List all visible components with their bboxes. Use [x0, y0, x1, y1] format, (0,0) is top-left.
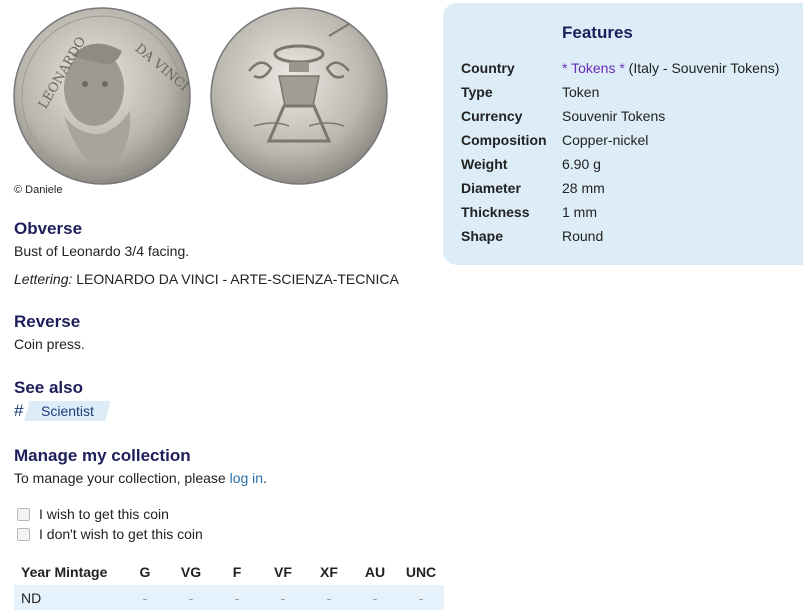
feature-row-weight: Weight 6.90 g	[461, 156, 601, 172]
grade-cell: -	[306, 585, 352, 610]
feature-value: Copper-nickel	[562, 132, 649, 148]
obverse-description: Bust of Leonardo 3/4 facing.	[14, 243, 190, 259]
header-year-mintage: Year Mintage	[21, 564, 108, 580]
country-rest: (Italy - Souvenir Tokens)	[624, 60, 780, 76]
feature-label: Currency	[461, 108, 523, 124]
login-link[interactable]: log in	[230, 470, 263, 486]
reverse-description: Coin press.	[14, 336, 85, 352]
year-cell: ND	[14, 585, 122, 610]
not-wish-checkbox[interactable]	[17, 527, 30, 541]
see-also-heading: See also	[14, 378, 83, 397]
manage-collection-heading: Manage my collection	[14, 446, 191, 465]
wish-option[interactable]: I wish to get this coin	[17, 506, 169, 522]
feature-label: Type	[461, 84, 493, 100]
feature-label: Thickness	[461, 204, 530, 220]
feature-value: Round	[562, 228, 604, 244]
header-xf: XF	[320, 564, 338, 580]
feature-value: 6.90 g	[562, 156, 601, 172]
tag-list: # Scientist	[14, 400, 112, 422]
feature-value: 28 mm	[562, 180, 605, 196]
grade-cell: -	[352, 585, 398, 610]
feature-label: Shape	[461, 228, 504, 244]
header-au: AU	[364, 564, 386, 580]
grade-cell: -	[260, 585, 306, 610]
country-link[interactable]: * Tokens *	[562, 60, 625, 76]
lettering-value: LEONARDO DA VINCI - ARTE-SCIENZA-TECNICA	[76, 271, 399, 287]
feature-row-thickness: Thickness 1 mm	[461, 204, 597, 220]
manage-text-after: .	[263, 470, 267, 486]
feature-row-shape: Shape Round	[461, 228, 603, 244]
obverse-lettering: Lettering: LEONARDO DA VINCI - ARTE-SCIE…	[14, 271, 399, 287]
lettering-label: Lettering:	[14, 271, 73, 287]
image-credit: © Daniele	[14, 184, 63, 196]
wish-checkbox[interactable]	[17, 507, 30, 521]
feature-row-composition: Composition Copper-nickel	[461, 132, 648, 148]
feature-row-diameter: Diameter 28 mm	[461, 180, 605, 196]
header-vg: VG	[180, 564, 202, 580]
tag-label: Scientist	[41, 403, 95, 419]
table-row[interactable]: ND - - - - - - -	[14, 585, 444, 610]
reverse-heading: Reverse	[14, 312, 81, 331]
obverse-heading: Obverse	[14, 219, 83, 238]
grade-cell: -	[398, 585, 444, 610]
manage-collection-text: To manage your collection, please log in…	[14, 470, 267, 486]
grade-cell: -	[122, 585, 168, 610]
tag-scientist[interactable]: Scientist	[24, 401, 112, 421]
feature-label: Country	[461, 60, 515, 76]
feature-label: Diameter	[461, 180, 521, 196]
grade-cell: -	[168, 585, 214, 610]
manage-text-before: To manage your collection, please	[14, 470, 230, 486]
mintage-header-row: Year Mintage G VG F VF XF AU UNC	[14, 560, 444, 585]
mintage-table: Year Mintage G VG F VF XF AU UNC ND - - …	[14, 560, 444, 610]
feature-value: Token	[562, 84, 600, 100]
header-f: F	[232, 564, 242, 580]
grade-cell: -	[214, 585, 260, 610]
feature-row-currency: Currency Souvenir Tokens	[461, 108, 665, 124]
header-unc: UNC	[405, 564, 437, 580]
header-g: G	[139, 564, 151, 580]
feature-value: * Tokens * (Italy - Souvenir Tokens)	[562, 60, 779, 76]
not-wish-label: I don't wish to get this coin	[39, 526, 203, 542]
feature-row-type: Type Token	[461, 84, 599, 100]
feature-label: Weight	[461, 156, 508, 172]
coin-obverse-image[interactable]: LEONARDO DA VINCI	[12, 6, 192, 186]
wish-label: I wish to get this coin	[39, 506, 169, 522]
feature-value: 1 mm	[562, 204, 597, 220]
feature-value: Souvenir Tokens	[562, 108, 666, 124]
not-wish-option[interactable]: I don't wish to get this coin	[17, 526, 203, 542]
feature-row-country: Country * Tokens * (Italy - Souvenir Tok…	[461, 60, 779, 76]
feature-label: Composition	[461, 132, 547, 148]
header-vf: VF	[274, 564, 292, 580]
coin-reverse-image[interactable]	[209, 6, 389, 186]
features-heading: Features	[562, 23, 633, 42]
hash-icon: #	[14, 401, 24, 420]
features-panel: Features Country * Tokens * (Italy - Sou…	[443, 3, 803, 265]
